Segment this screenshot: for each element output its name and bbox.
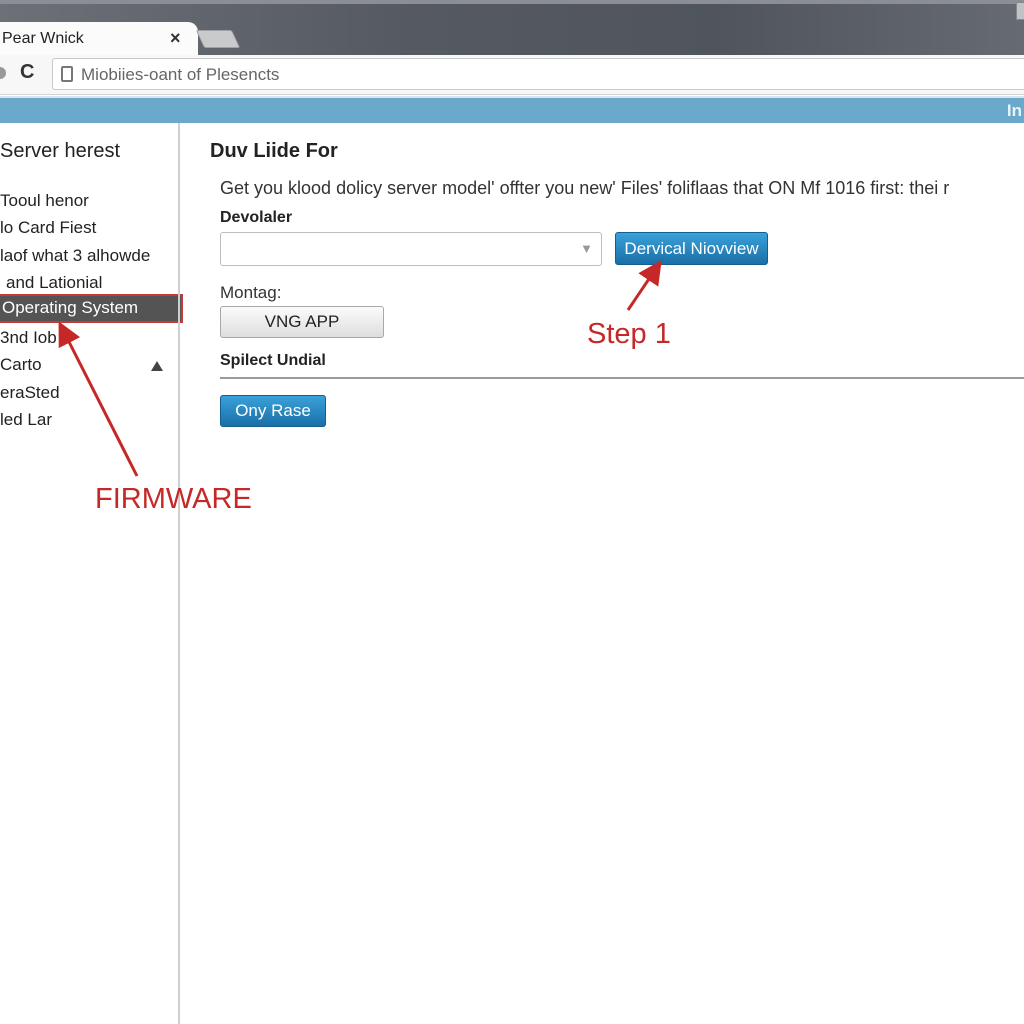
app-button[interactable]: VNG APP [220,306,384,338]
main-content: Duv Liide For Get you klood dolicy serve… [180,123,1024,1024]
chevron-down-icon: ▼ [580,241,593,256]
sidebar-item[interactable]: Carto [0,355,42,375]
firmware-annotation: FIRMWARE [95,483,252,515]
page-description: Get you klood dolicy server model' offte… [220,178,950,198]
dropdown-label: Devolaler [220,209,293,226]
tab-title: Pear Wnick [2,30,84,47]
back-icon[interactable] [0,67,6,79]
sidebar-item[interactable]: eraSted [0,383,60,403]
section-divider [220,377,1024,379]
sidebar-title: Server herest [0,140,121,162]
sidebar-item[interactable]: and Lationial [6,273,102,293]
sidebar: Server herest Tooul henor lo Card Fiest … [0,123,183,1024]
sidebar-item[interactable]: Tooul henor [0,191,89,211]
browser-tab[interactable]: Pear Wnick × [0,22,198,58]
site-header-bar: In [0,96,1024,123]
titlebar-edge [0,0,1024,4]
sidebar-item[interactable]: laof what 3 alhowde [0,246,150,266]
browser-titlebar: Pear Wnick × [0,0,1024,58]
primary-action-button[interactable]: Dervical Niovview [615,232,768,265]
reload-icon[interactable]: C [20,61,34,84]
secondary-action-button[interactable]: Ony Rase [220,395,326,427]
page-title: Duv Liide For [210,140,338,162]
page-icon [61,66,73,82]
step1-annotation: Step 1 [587,318,671,350]
montag-label: Montag: [220,283,282,302]
new-tab-button[interactable] [195,30,241,48]
sidebar-item[interactable]: lo Card Fiest [0,218,96,238]
address-bar[interactable]: Miobiies-oant of Plesencts [52,58,1024,90]
sidebar-item-operating-system[interactable]: Operating System [0,294,183,323]
header-bar-text[interactable]: In [1007,101,1022,121]
sidebar-item[interactable]: 3nd Iob [0,328,57,348]
collapse-triangle-icon[interactable] [151,361,163,371]
window-control[interactable] [1016,2,1024,20]
device-dropdown[interactable]: ▼ [220,232,602,266]
url-text: Miobiies-oant of Plesencts [81,65,280,84]
sidebar-item[interactable]: led Lar [0,410,52,430]
close-icon[interactable]: × [170,28,181,49]
browser-toolbar: C Miobiies-oant of Plesencts [0,55,1024,95]
section-title: Spilect Undial [220,352,326,369]
